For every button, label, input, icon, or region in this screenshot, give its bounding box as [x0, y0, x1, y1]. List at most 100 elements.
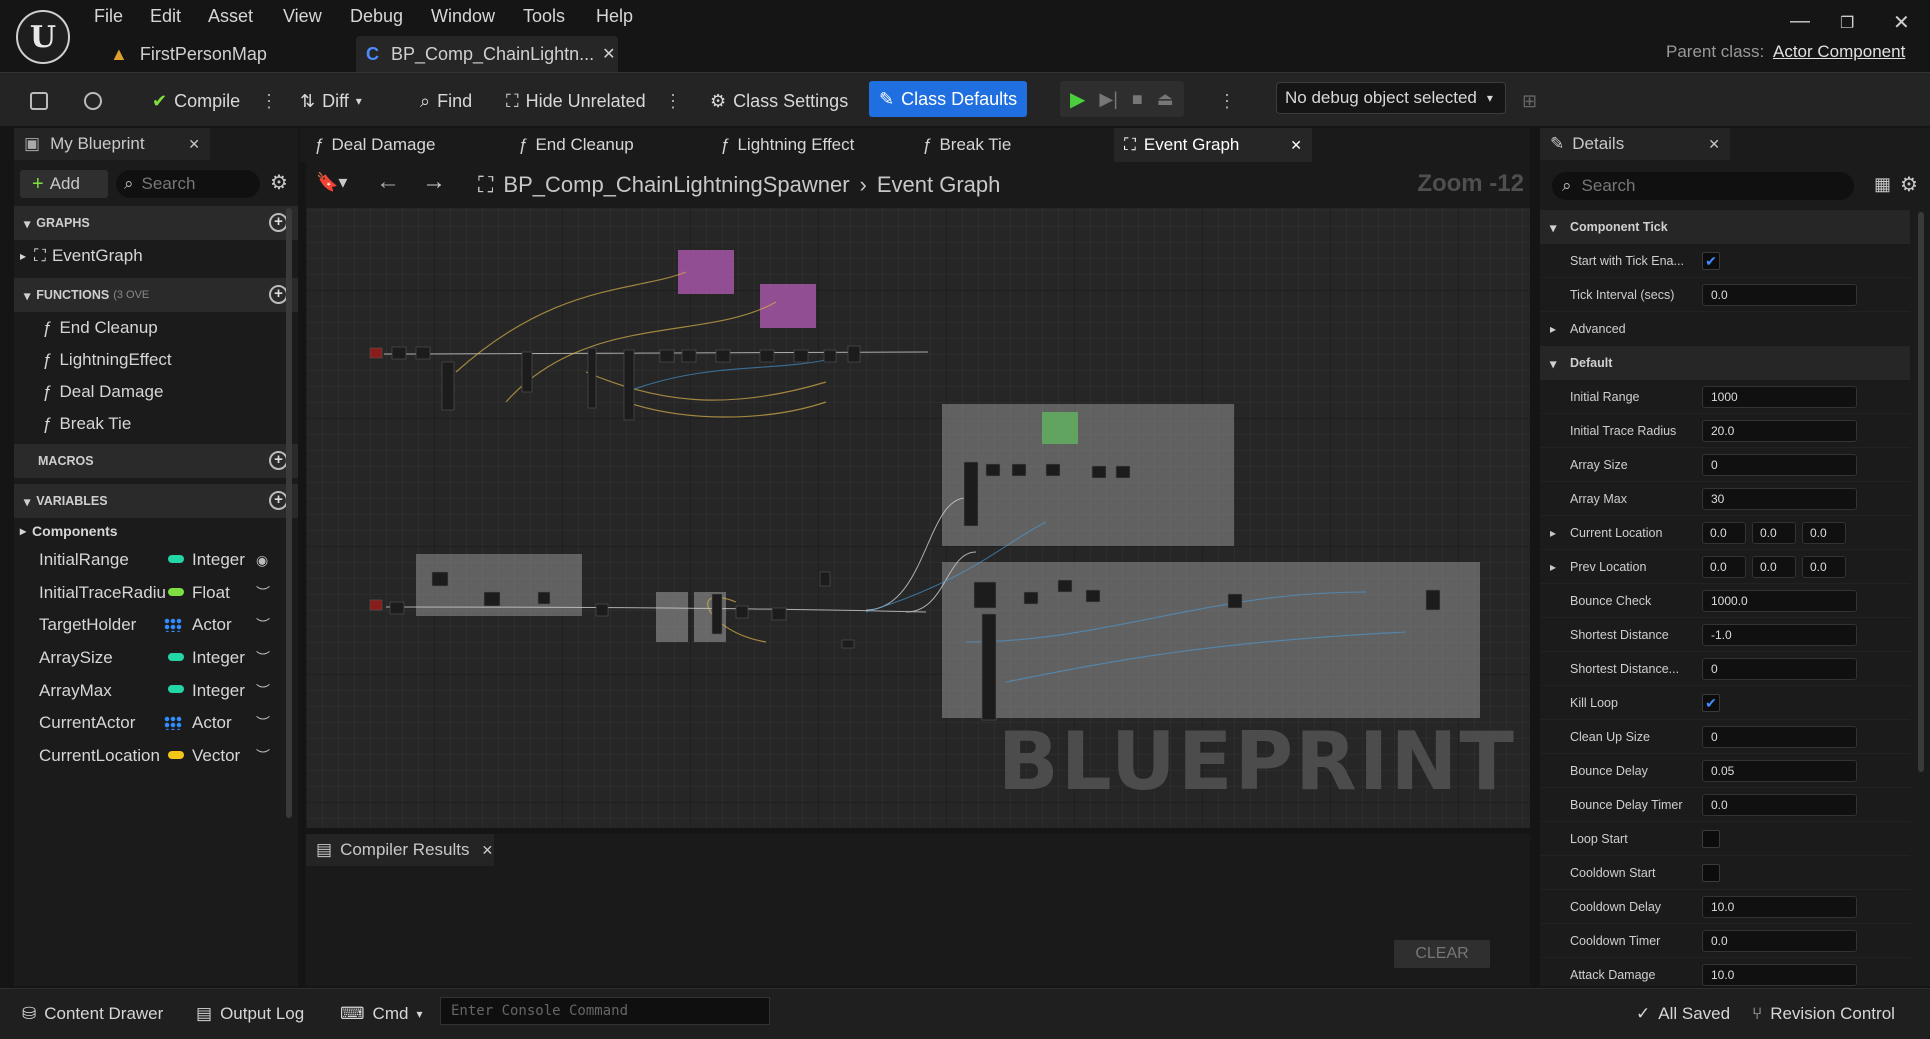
console-command-input[interactable]: Enter Console Command	[440, 997, 770, 1025]
default-section[interactable]: ▾ Default	[1540, 346, 1910, 380]
stop-icon[interactable]: ■	[1132, 89, 1143, 110]
property-value-input[interactable]: 10.0	[1702, 963, 1857, 986]
graphs-section[interactable]: ▾ GRAPHS +	[14, 206, 298, 240]
property-value-input[interactable]: 30	[1702, 487, 1857, 510]
menu-file[interactable]: File	[94, 6, 123, 27]
property-value-input[interactable]: 0.05	[1702, 759, 1857, 782]
graph-item-eventgraph[interactable]: ▸ ⛶ EventGraph	[14, 240, 298, 272]
property-value-input[interactable]: 0	[1702, 657, 1857, 680]
property-value-input[interactable]: 0.0	[1702, 929, 1857, 952]
property-value-input[interactable]: 0.0	[1702, 793, 1857, 816]
compile-button[interactable]: ✔ Compile	[152, 85, 240, 117]
functions-section[interactable]: ▾ FUNCTIONS (3 OVE +	[14, 278, 298, 312]
menu-edit[interactable]: Edit	[150, 6, 181, 27]
function-item[interactable]: ƒ LightningEffect	[14, 344, 298, 376]
table-view-icon[interactable]: ▦	[1874, 174, 1891, 195]
variable-item[interactable]: ArraySize Integer ︶	[14, 642, 298, 675]
property-checkbox[interactable]: ✔	[1702, 693, 1720, 712]
property-value-input[interactable]: -1.0	[1702, 623, 1857, 646]
property-value-input[interactable]: 0.0	[1702, 283, 1857, 306]
advanced-section[interactable]: ▸ Advanced	[1540, 312, 1910, 346]
menu-tools[interactable]: Tools	[523, 6, 565, 27]
revision-control-button[interactable]: ⑂ Revision Control	[1752, 999, 1895, 1029]
class-defaults-button[interactable]: ✎ Class Defaults	[869, 81, 1028, 117]
expand-icon[interactable]: ▸	[1550, 560, 1556, 574]
settings-gear-icon[interactable]: ⚙	[1900, 172, 1918, 197]
step-icon[interactable]: ▶|	[1099, 89, 1118, 110]
vector-component-input[interactable]: 0.0	[1752, 521, 1796, 544]
eye-closed-icon[interactable]: ︶	[256, 681, 270, 701]
eye-open-icon[interactable]: ◉	[256, 552, 268, 569]
property-checkbox[interactable]: ✔	[1702, 251, 1720, 270]
hide-unrelated-button[interactable]: ⛶ Hide Unrelated	[506, 85, 646, 117]
variable-item[interactable]: CurrentActor Actor ︶	[14, 707, 298, 740]
settings-gear-icon[interactable]: ⚙	[270, 170, 288, 195]
compiler-results-tab[interactable]: ▤ Compiler Results ✕	[306, 834, 494, 866]
debug-filter-icon[interactable]: ⊞	[1522, 85, 1537, 117]
variable-item[interactable]: CurrentLocation Vector ︶	[14, 740, 298, 762]
forward-icon[interactable]: →	[422, 168, 446, 196]
clear-button[interactable]: CLEAR	[1394, 940, 1490, 968]
scrollbar[interactable]	[1918, 212, 1924, 772]
scrollbar[interactable]	[286, 208, 292, 818]
close-icon[interactable]: ✕	[482, 842, 494, 859]
breadcrumb-blueprint[interactable]: BP_Comp_ChainLightningSpawner	[503, 172, 849, 198]
tab-event-graph[interactable]: ⛶ Event Graph ✕	[1114, 128, 1312, 162]
bookmark-icon[interactable]: 🔖▾	[316, 172, 347, 193]
eye-closed-icon[interactable]: ︶	[256, 713, 270, 733]
vector-component-input[interactable]: 0.0	[1702, 521, 1746, 544]
components-category[interactable]: ▸ Components	[14, 518, 298, 544]
property-value-input[interactable]: 1000	[1702, 385, 1857, 408]
details-tab[interactable]: ✎ Details ✕	[1540, 128, 1730, 160]
property-checkbox[interactable]	[1702, 829, 1720, 848]
menu-help[interactable]: Help	[596, 6, 633, 27]
property-value-input[interactable]: 1000.0	[1702, 589, 1857, 612]
vector-component-input[interactable]: 0.0	[1702, 555, 1746, 578]
play-icon[interactable]: ▶	[1070, 87, 1085, 112]
variable-item[interactable]: InitialRange Integer ◉	[14, 544, 298, 577]
breadcrumb-graph[interactable]: Event Graph	[877, 172, 1001, 198]
property-value-input[interactable]: 0	[1702, 453, 1857, 476]
compile-options-icon[interactable]: ⋮	[260, 85, 278, 117]
close-icon[interactable]: ✕	[1290, 137, 1302, 154]
tab-end-cleanup[interactable]: ƒ End Cleanup	[518, 128, 634, 162]
event-graph-canvas[interactable]: 🔖▾ ← → ⛶ BP_Comp_ChainLightningSpawner ›…	[306, 162, 1530, 828]
macros-section[interactable]: MACROS +	[14, 444, 298, 478]
property-checkbox[interactable]	[1702, 863, 1720, 882]
vector-component-input[interactable]: 0.0	[1802, 555, 1846, 578]
property-value-input[interactable]: 10.0	[1702, 895, 1857, 918]
menu-debug[interactable]: Debug	[350, 6, 403, 27]
debug-object-select[interactable]: No debug object selected ▾	[1276, 82, 1506, 114]
output-log-button[interactable]: ▤ Output Log	[196, 999, 304, 1029]
all-saved-button[interactable]: ✓ All Saved	[1636, 999, 1730, 1029]
close-icon[interactable]: ✕	[602, 44, 615, 64]
play-options-icon[interactable]: ⋮	[1218, 85, 1236, 117]
find-button[interactable]: ⌕ Find	[420, 85, 472, 117]
menu-asset[interactable]: Asset	[208, 6, 253, 27]
search-input[interactable]: ⌕ Search	[116, 170, 260, 198]
add-button[interactable]: + Add	[20, 170, 108, 198]
save-icon[interactable]	[30, 85, 48, 117]
close-icon[interactable]: ✕	[1708, 136, 1720, 153]
close-window-icon[interactable]: ✕	[1893, 10, 1910, 35]
vector-component-input[interactable]: 0.0	[1802, 521, 1846, 544]
tab-first-person-map[interactable]: ▲ FirstPersonMap	[100, 36, 350, 72]
function-item[interactable]: ƒ Break Tie	[14, 408, 298, 440]
component-tick-section[interactable]: ▾ Component Tick	[1540, 210, 1910, 244]
eye-closed-icon[interactable]: ︶	[256, 648, 270, 668]
diff-button[interactable]: ⇅ Diff ▾	[300, 85, 362, 117]
vector-component-input[interactable]: 0.0	[1752, 555, 1796, 578]
my-blueprint-tab[interactable]: ▣ My Blueprint ✕	[14, 128, 210, 160]
unreal-logo-icon[interactable]: U	[16, 10, 70, 64]
back-icon[interactable]: ←	[376, 168, 400, 196]
more-options-icon[interactable]: ⋮	[664, 85, 682, 117]
expand-icon[interactable]: ▸	[1550, 526, 1556, 540]
tab-break-tie[interactable]: ƒ Break Tie	[922, 128, 1011, 162]
eject-icon[interactable]: ⏏	[1157, 89, 1174, 110]
tab-blueprint[interactable]: C BP_Comp_ChainLightn... ✕	[356, 36, 618, 72]
eye-closed-icon[interactable]: ︶	[256, 583, 270, 603]
content-drawer-button[interactable]: ⛁ Content Drawer	[22, 999, 163, 1029]
variable-item[interactable]: ArrayMax Integer ︶	[14, 674, 298, 707]
variables-section[interactable]: ▾ VARIABLES +	[14, 484, 298, 518]
cmd-button[interactable]: ⌨ Cmd ▾	[340, 999, 422, 1029]
